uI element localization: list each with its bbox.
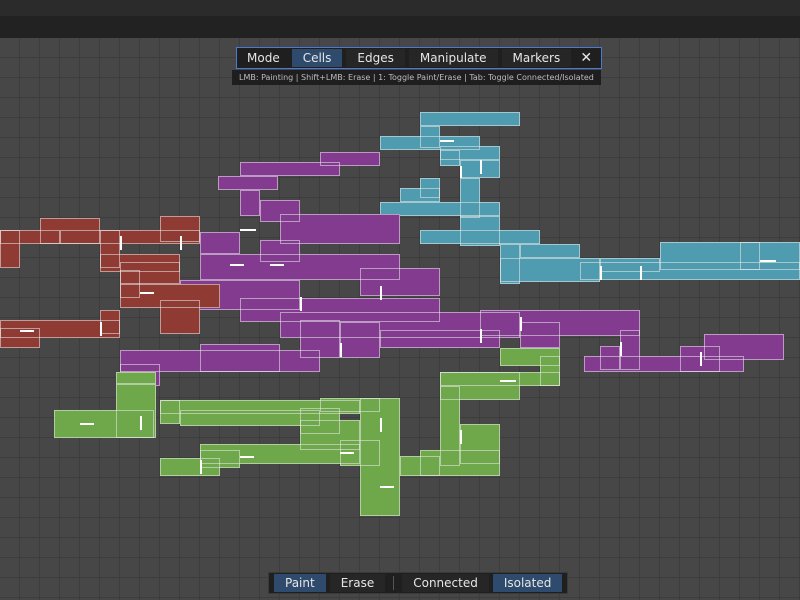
- edge-marker-24[interactable]: [20, 330, 34, 332]
- cell-teal-18[interactable]: [740, 242, 800, 270]
- close-icon[interactable]: ✕: [577, 49, 595, 67]
- edge-marker-22[interactable]: [180, 236, 182, 250]
- cell-green-13[interactable]: [160, 400, 180, 424]
- mode-label: Mode: [247, 51, 280, 65]
- cell-red-10[interactable]: [160, 300, 200, 334]
- edge-marker-14[interactable]: [80, 423, 94, 425]
- cell-map[interactable]: [0, 38, 800, 600]
- edge-marker-3[interactable]: [480, 329, 482, 343]
- edge-marker-2[interactable]: [340, 343, 342, 357]
- edge-marker-1[interactable]: [300, 297, 302, 311]
- grid-canvas[interactable]: [0, 38, 800, 600]
- edge-marker-12[interactable]: [480, 160, 482, 174]
- cell-teal-14[interactable]: [520, 244, 580, 258]
- mode-toolbar: Mode Cells Edges Manipulate Markers ✕: [236, 47, 603, 69]
- cell-purple-14[interactable]: [340, 322, 380, 358]
- region-green: [54, 348, 560, 516]
- cell-teal-9[interactable]: [380, 202, 500, 216]
- edge-marker-16[interactable]: [200, 460, 202, 474]
- header-strip: [0, 16, 800, 38]
- cell-purple-3[interactable]: [240, 190, 260, 216]
- edge-marker-26[interactable]: [100, 322, 102, 336]
- edge-marker-28[interactable]: [270, 264, 284, 266]
- edge-marker-9[interactable]: [640, 266, 642, 280]
- toolbar-divider: [393, 576, 395, 590]
- edge-marker-7[interactable]: [760, 260, 776, 262]
- edge-marker-13[interactable]: [140, 416, 142, 430]
- edge-marker-8[interactable]: [600, 266, 602, 280]
- edge-marker-29[interactable]: [230, 264, 244, 266]
- cell-teal-4[interactable]: [440, 146, 500, 160]
- mode-cells-button[interactable]: Cells: [291, 49, 343, 67]
- edge-marker-21[interactable]: [380, 486, 394, 488]
- edge-marker-5[interactable]: [620, 342, 622, 356]
- mode-manipulate-button[interactable]: Manipulate: [408, 49, 498, 67]
- cell-teal-0[interactable]: [420, 112, 520, 126]
- paint-toolbar: Paint Erase Connected Isolated: [268, 572, 569, 594]
- edge-marker-25[interactable]: [140, 292, 154, 294]
- edge-marker-27[interactable]: [380, 286, 382, 300]
- edge-marker-11[interactable]: [460, 166, 462, 178]
- erase-button[interactable]: Erase: [329, 574, 386, 592]
- cell-purple-5[interactable]: [280, 214, 400, 244]
- mode-markers-button[interactable]: Markers: [501, 49, 572, 67]
- mode-edges-button[interactable]: Edges: [346, 49, 405, 67]
- map-editor: Mode Cells Edges Manipulate Markers ✕ LM…: [0, 0, 800, 600]
- title-bar: [0, 0, 800, 16]
- edge-marker-0[interactable]: [240, 229, 256, 231]
- cell-purple-2[interactable]: [218, 176, 278, 190]
- cell-green-21[interactable]: [54, 410, 154, 438]
- cell-teal-16[interactable]: [600, 258, 660, 272]
- cell-purple-1[interactable]: [240, 162, 340, 176]
- edge-marker-23[interactable]: [120, 236, 122, 250]
- keyboard-hint-bar: LMB: Painting | Shift+LMB: Erase | 1: To…: [232, 70, 601, 85]
- isolated-button[interactable]: Isolated: [492, 574, 563, 592]
- edge-marker-6[interactable]: [700, 352, 702, 366]
- edge-marker-17[interactable]: [240, 456, 254, 458]
- edge-marker-4[interactable]: [520, 317, 522, 331]
- cell-green-20[interactable]: [116, 372, 156, 384]
- cell-purple-6[interactable]: [200, 232, 240, 254]
- edge-marker-18[interactable]: [340, 452, 354, 454]
- edge-marker-20[interactable]: [460, 430, 462, 444]
- connected-button[interactable]: Connected: [402, 574, 489, 592]
- edge-marker-10[interactable]: [440, 140, 454, 142]
- edge-marker-19[interactable]: [500, 380, 516, 382]
- region-teal: [380, 112, 800, 284]
- cell-green-14[interactable]: [180, 410, 320, 426]
- cell-purple-25[interactable]: [200, 344, 280, 372]
- edge-marker-15[interactable]: [380, 418, 382, 432]
- paint-button[interactable]: Paint: [274, 574, 326, 592]
